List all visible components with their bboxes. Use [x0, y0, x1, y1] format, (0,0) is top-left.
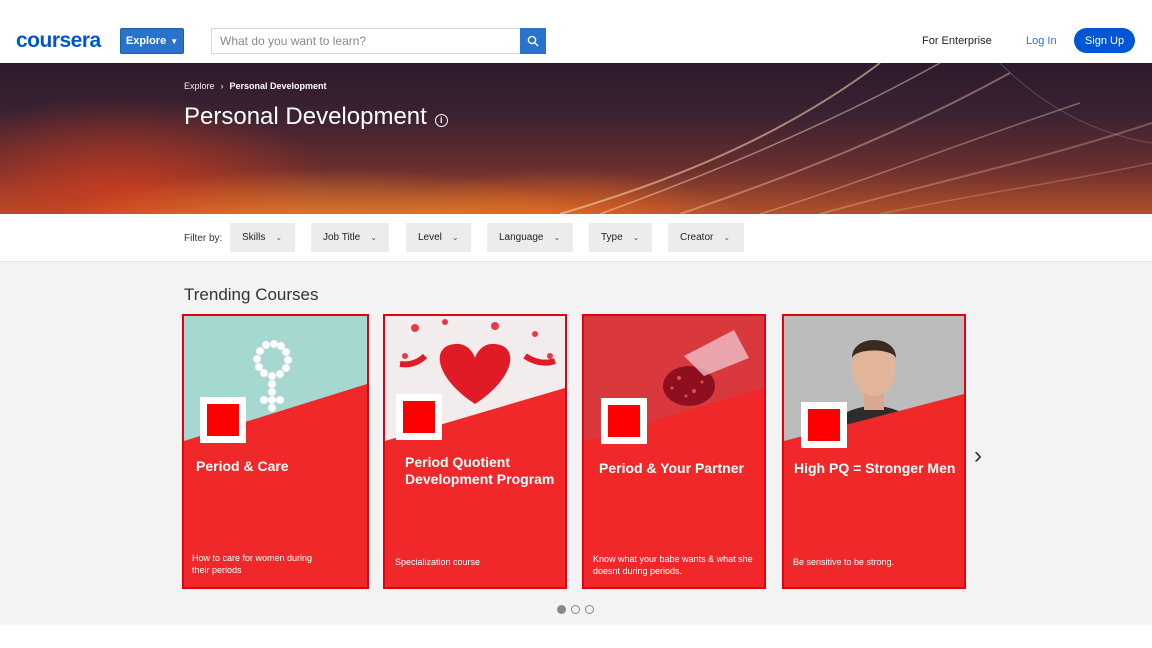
filter-level[interactable]: Level ⌄	[406, 223, 471, 252]
category-banner: Explore › Personal Development Personal …	[0, 63, 1152, 214]
carousel-dot[interactable]	[557, 605, 566, 614]
search-icon	[527, 35, 539, 47]
chevron-down-icon: ⌄	[553, 233, 561, 242]
course-title: Period & Your Partner	[599, 460, 744, 476]
explore-button[interactable]: Explore ▼	[120, 28, 184, 54]
chevron-down-icon: ⌄	[370, 233, 377, 242]
carousel-dot[interactable]	[585, 605, 594, 614]
filter-language[interactable]: Language ⌄	[487, 223, 573, 252]
course-card[interactable]: Period & Care How to care for women duri…	[182, 314, 369, 589]
course-card[interactable]: Period Quotient Development Program Spec…	[383, 314, 567, 589]
chevron-down-icon: ⌄	[632, 233, 640, 242]
course-logo-icon	[801, 402, 847, 448]
light-streaks-background	[559, 63, 1152, 214]
breadcrumb-current: Personal Development	[229, 81, 327, 91]
course-description: Know what your babe wants & what she doe…	[593, 554, 753, 576]
filter-skills[interactable]: Skills ⌄	[230, 223, 295, 252]
for-enterprise-link[interactable]: For Enterprise	[922, 35, 992, 47]
course-logo-icon	[200, 397, 246, 443]
main-content: Trending Courses Period & Care How to ca…	[0, 262, 1152, 625]
course-description: Be sensitive to be strong.	[793, 557, 895, 567]
explore-label: Explore	[125, 35, 167, 47]
search-input[interactable]: What do you want to learn?	[211, 28, 521, 54]
course-title: Period & Care	[196, 458, 289, 474]
chevron-down-icon: ⌄	[723, 233, 731, 242]
course-logo-icon	[601, 398, 647, 444]
page-bottom	[0, 625, 1152, 648]
course-title: Period Quotient Development Program	[405, 454, 555, 487]
page-title: Personal Development i	[184, 103, 448, 131]
filter-label: Filter by:	[184, 233, 223, 244]
breadcrumb: Explore › Personal Development	[184, 81, 327, 91]
carousel-dot[interactable]	[571, 605, 580, 614]
breadcrumb-explore[interactable]: Explore	[184, 81, 215, 91]
coursera-logo[interactable]: coursera	[16, 28, 101, 54]
course-description: How to care for women during their perio…	[192, 553, 313, 575]
top-nav: coursera Explore ▼ What do you want to l…	[0, 0, 1152, 63]
signup-button[interactable]: Sign Up	[1074, 28, 1135, 53]
carousel-pagination	[557, 605, 594, 614]
filter-bar: Filter by: Skills ⌄ Job Title ⌄ Level ⌄ …	[0, 214, 1152, 262]
chevron-down-icon: ▼	[170, 36, 179, 46]
chevron-down-icon: ⌄	[451, 233, 459, 242]
filter-language-label: Language	[499, 232, 544, 243]
login-link[interactable]: Log In	[1026, 35, 1057, 47]
page-title-text: Personal Development	[184, 103, 427, 130]
filter-skills-label: Skills	[242, 232, 266, 243]
filter-creator-label: Creator	[680, 232, 714, 243]
filter-job-title-label: Job Title	[323, 232, 361, 243]
filter-creator[interactable]: Creator ⌄	[668, 223, 744, 252]
course-description: Specialization course	[395, 557, 481, 567]
course-card[interactable]: Period & Your Partner Know what your bab…	[582, 314, 766, 589]
search-placeholder: What do you want to learn?	[220, 34, 367, 48]
search-button[interactable]	[520, 28, 546, 54]
filter-type[interactable]: Type ⌄	[589, 223, 652, 252]
filter-job-title[interactable]: Job Title ⌄	[311, 223, 389, 252]
filter-level-label: Level	[418, 232, 442, 243]
info-icon[interactable]: i	[434, 113, 448, 127]
chevron-down-icon: ⌄	[275, 233, 283, 242]
course-card[interactable]: High PQ = Stronger Men Be sensitive to b…	[782, 314, 966, 589]
trending-courses-title: Trending Courses	[184, 285, 319, 304]
filter-type-label: Type	[601, 232, 623, 243]
course-logo-icon	[396, 394, 442, 440]
breadcrumb-separator-icon: ›	[220, 81, 224, 91]
course-title: High PQ = Stronger Men	[794, 460, 956, 476]
carousel-next-icon[interactable]: ›	[974, 442, 982, 470]
